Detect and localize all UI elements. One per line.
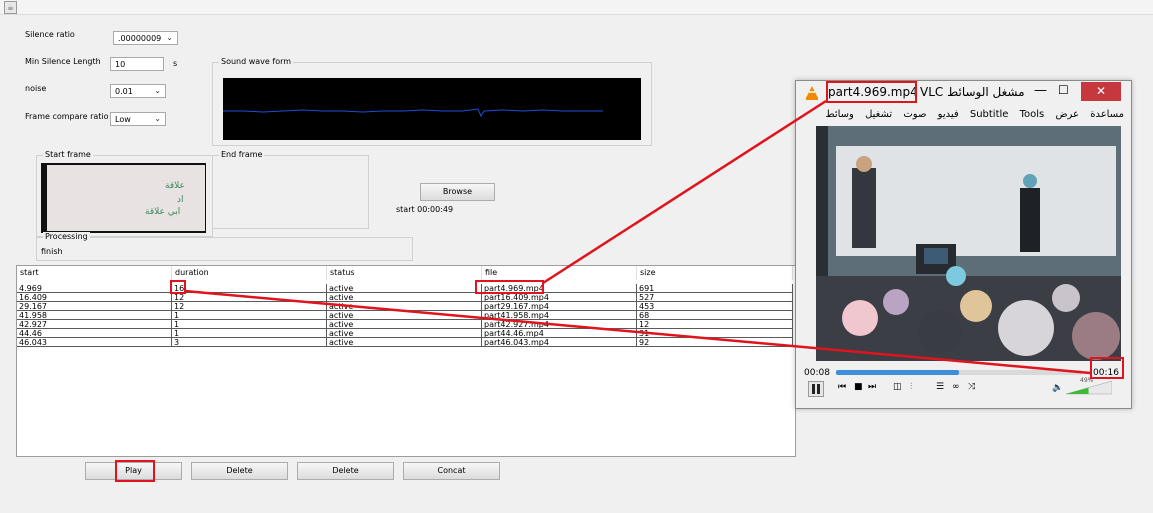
line-duration-to-total — [184, 289, 1091, 375]
annotation-lines — [184, 99, 1091, 375]
line-file-to-title — [542, 99, 827, 285]
